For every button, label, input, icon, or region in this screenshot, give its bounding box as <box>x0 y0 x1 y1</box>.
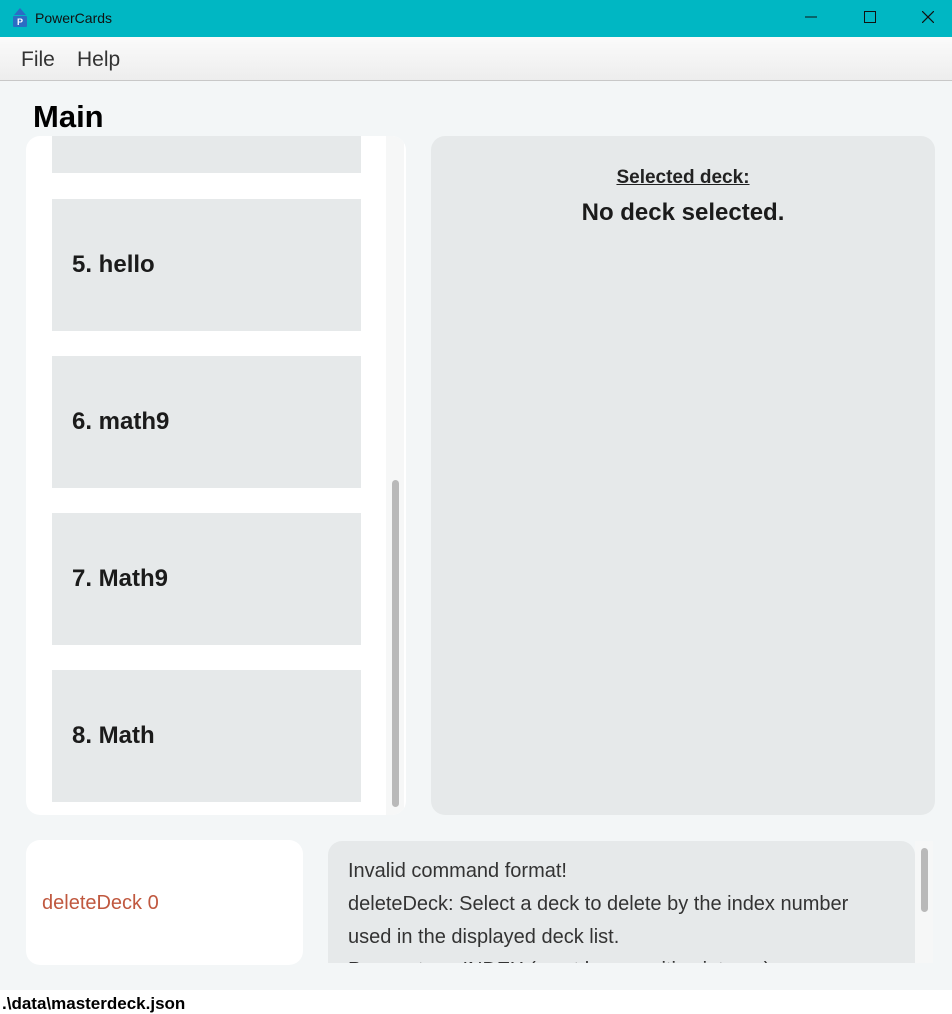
menu-file[interactable]: File <box>21 48 55 72</box>
save-file-path: .\data\masterdeck.json <box>2 994 186 1013</box>
deck-list-panel[interactable]: 5. hello 6. math9 7. Math9 8. Math <box>26 136 406 815</box>
window-title: PowerCards <box>35 10 113 26</box>
result-line: used in the displayed deck list. <box>348 926 620 948</box>
minimize-button[interactable] <box>782 0 840 37</box>
result-text: Invalid command format! deleteDeck: Sele… <box>348 855 908 963</box>
svg-text:P: P <box>17 17 23 27</box>
maximize-button[interactable] <box>841 0 899 37</box>
selected-deck-value: No deck selected. <box>581 199 785 226</box>
maximize-icon <box>864 10 876 28</box>
result-line: Parameters: INDEX (must be a positive in… <box>348 954 908 963</box>
deck-list-item-label: 5. hello <box>72 251 155 278</box>
status-bar: .\data\masterdeck.json <box>0 990 952 1014</box>
selected-deck-label: Selected deck: <box>616 167 750 188</box>
command-input-value: deleteDeck 0 <box>42 892 159 914</box>
menu-help[interactable]: Help <box>77 48 120 72</box>
command-input[interactable]: deleteDeck 0 <box>26 840 303 965</box>
deck-list-item[interactable]: 8. Math <box>52 670 361 802</box>
deck-list-item[interactable] <box>52 136 361 173</box>
app-logo-icon: P <box>10 7 30 29</box>
page-title: Main <box>33 99 104 134</box>
deck-list-item-label: 8. Math <box>72 722 155 749</box>
close-icon <box>921 10 935 28</box>
deck-list-item[interactable]: 6. math9 <box>52 356 361 488</box>
title-bar: P PowerCards <box>0 0 952 37</box>
deck-list-item-label: 6. math9 <box>72 408 170 435</box>
result-display[interactable]: Invalid command format! deleteDeck: Sele… <box>328 841 915 963</box>
deck-list-item[interactable]: 7. Math9 <box>52 513 361 645</box>
deck-list-item[interactable]: 5. hello <box>52 199 361 331</box>
deck-list-scrollbar-thumb[interactable] <box>392 480 399 807</box>
close-button[interactable] <box>899 0 952 37</box>
menu-bar: File Help <box>0 37 952 81</box>
result-scrollbar-thumb[interactable] <box>921 848 928 912</box>
deck-detail-panel: Selected deck: No deck selected. <box>431 136 935 815</box>
deck-list-item-label: 7. Math9 <box>72 565 169 592</box>
result-line: deleteDeck: Select a deck to delete by t… <box>348 893 849 915</box>
result-line: Invalid command format! <box>348 860 567 882</box>
minimize-icon <box>805 10 817 28</box>
